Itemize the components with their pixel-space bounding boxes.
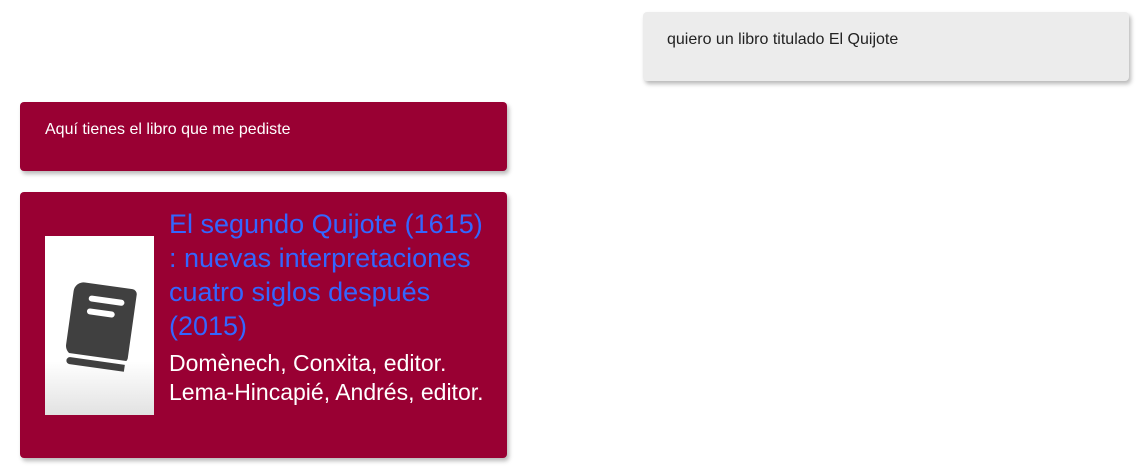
book-authors: Domènech, Conxita, editor. Lema-Hincapié…	[169, 350, 484, 405]
bot-message-bubble: Aquí tienes el libro que me pediste	[20, 102, 507, 171]
book-result-card[interactable]: El segundo Quijote (1615) : nuevas inter…	[20, 192, 507, 458]
book-cover[interactable]	[45, 236, 154, 415]
chat-window: quiero un libro titulado El Quijote Aquí…	[0, 0, 1146, 476]
user-message-bubble: quiero un libro titulado El Quijote	[643, 12, 1129, 81]
book-title-link[interactable]: El segundo Quijote (1615) : nuevas inter…	[169, 207, 489, 343]
bot-message-text: Aquí tienes el libro que me pediste	[45, 121, 291, 138]
book-icon	[65, 281, 137, 372]
user-message-text: quiero un libro titulado El Quijote	[667, 31, 899, 48]
